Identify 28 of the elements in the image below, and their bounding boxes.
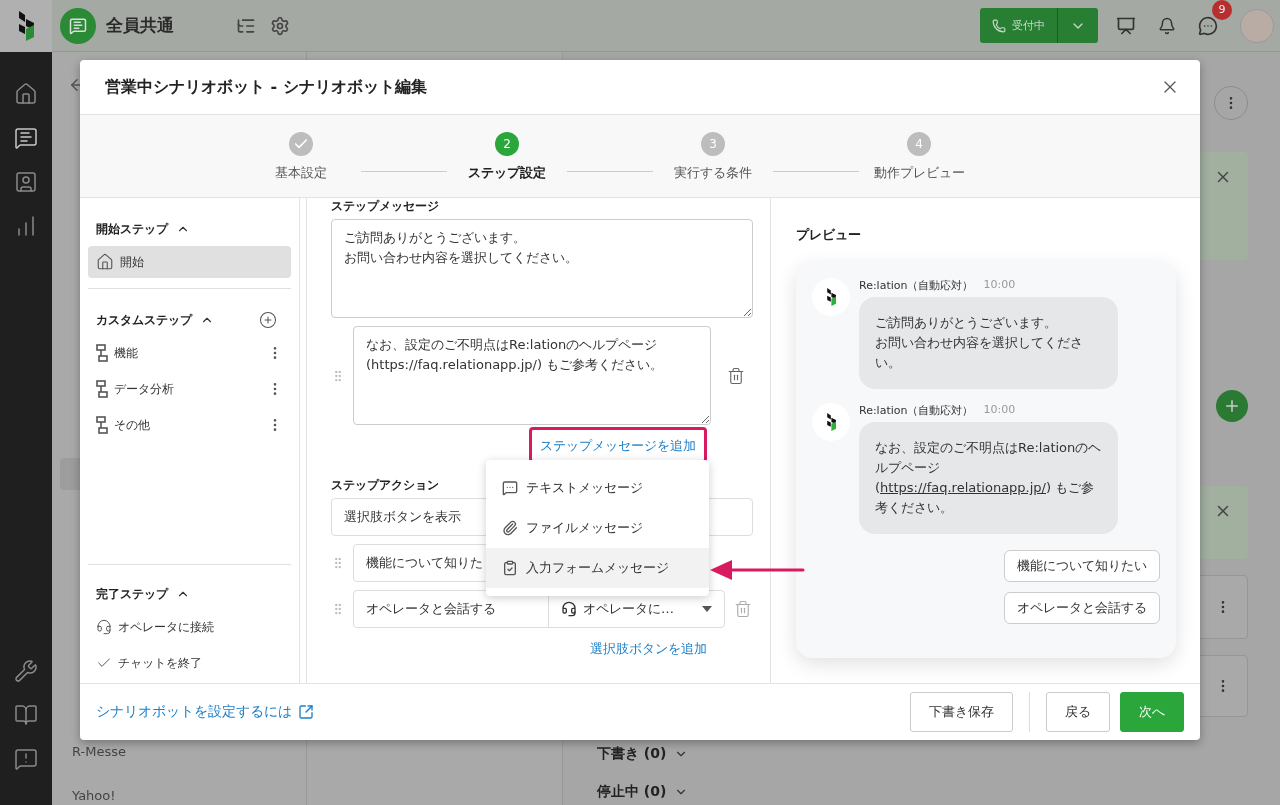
step-label: 基本設定: [275, 164, 327, 182]
message-bubble: ご訪問ありがとうございます。 お問い合わせ内容を選択してください。: [859, 297, 1118, 389]
step-label: 動作プレビュー: [873, 164, 965, 182]
sender-name: Re:lation（自動応対）: [859, 403, 974, 418]
step-label: 実行する条件: [674, 164, 752, 182]
step-label: 機能: [114, 344, 139, 362]
section-title: カスタムステップ: [96, 311, 192, 329]
message-time: 10:00: [983, 278, 1016, 293]
step-number: 3: [701, 132, 725, 156]
workspace-name: 全員共通: [106, 14, 175, 37]
section-title: 完了ステップ: [96, 585, 168, 603]
step-label: オペレータに接続: [118, 618, 215, 636]
notification-badge: 9: [1212, 0, 1232, 20]
step-label: その他: [114, 416, 151, 434]
step-label: 開始: [120, 253, 145, 271]
dialog-title: 営業中シナリオボット - シナリオボット編集: [105, 76, 427, 98]
section-title: 開始ステップ: [96, 220, 168, 238]
field-label: ステップメッセージ: [331, 198, 439, 215]
step-label: ステップ設定: [468, 164, 546, 182]
step-label: チャットを終了: [118, 654, 203, 672]
sender-name: Re:lation（自動応対）: [859, 278, 974, 293]
message-time: 10:00: [983, 403, 1016, 418]
step-label: データ分析: [114, 380, 175, 398]
step-number: 4: [907, 132, 931, 156]
field-label: ステップアクション: [331, 477, 439, 494]
preview-title: プレビュー: [796, 226, 862, 244]
message-bubble: なお、設定のご不明点はRe:lationのヘルプページ (https://faq.relationapp.jp/) もご参考ください。: [859, 422, 1118, 534]
step-number: 2: [495, 132, 519, 156]
